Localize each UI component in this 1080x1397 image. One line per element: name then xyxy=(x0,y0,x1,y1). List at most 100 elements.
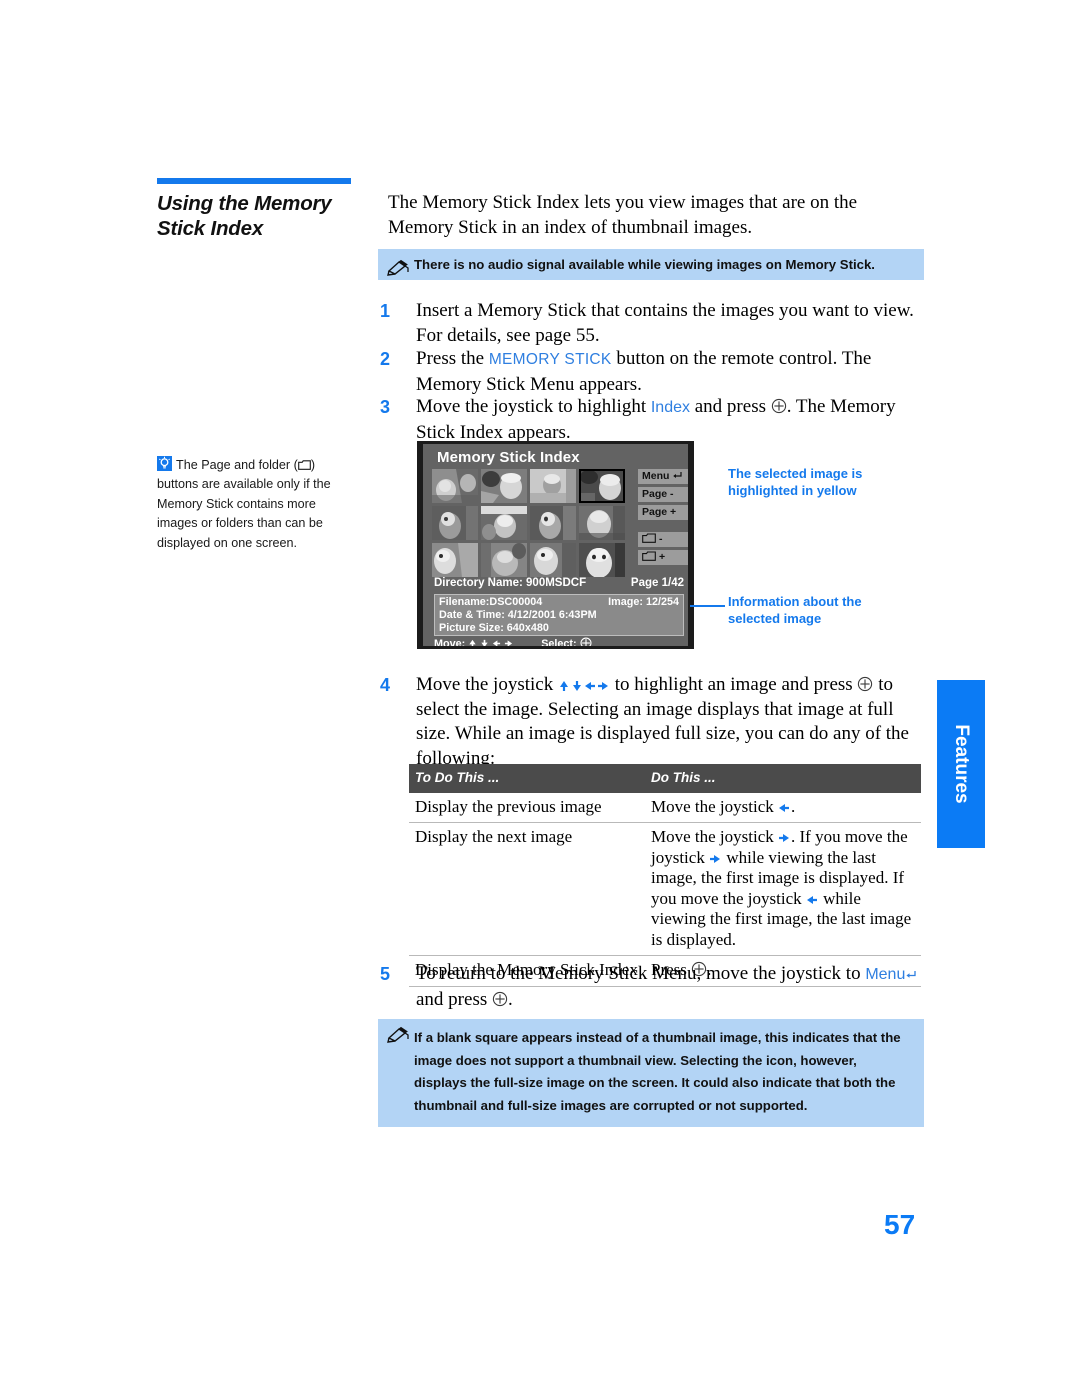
page-indicator: Page 1/42 xyxy=(630,577,684,589)
select-circle-plus-icon xyxy=(857,675,873,692)
step-4-text: Move the joystick to highlight an image … xyxy=(416,673,928,771)
page-title-line1: Using the Memory xyxy=(157,192,332,215)
tv-info-box: Filename:DSC00004 Image: 12/254 Date & T… xyxy=(434,594,684,636)
arrow-up-icon xyxy=(558,675,571,691)
page-title: Using the Memory Stick Index xyxy=(157,191,367,241)
thumbnail-grid xyxy=(432,469,627,577)
thumbnail-item[interactable] xyxy=(579,543,625,577)
tv-button-menu[interactable]: Menu xyxy=(638,469,688,484)
step-4-number: 4 xyxy=(380,675,391,695)
callout-leader-line xyxy=(690,605,725,607)
step-5-number: 5 xyxy=(380,964,391,984)
page-number: 57 xyxy=(884,1209,916,1240)
move-label: Move: xyxy=(434,638,466,649)
step-5-text: To return to the Memory Stick Menu, move… xyxy=(416,962,928,1012)
select-circle-plus-icon xyxy=(771,397,787,414)
step-2: 2 Press the MEMORY STICK button on the r… xyxy=(380,347,928,397)
return-arrow-icon xyxy=(672,469,682,484)
table-row: Display the previous image Move the joys… xyxy=(409,792,921,823)
return-arrow-icon xyxy=(905,962,917,987)
tv-button-page-minus[interactable]: Page - xyxy=(638,487,688,502)
table-row: Display the next image Move the joystick… xyxy=(409,822,921,956)
tv-button-folder-plus[interactable]: + xyxy=(638,550,688,565)
thumbnail-item[interactable] xyxy=(481,469,527,503)
pencil-note-icon xyxy=(387,256,409,276)
step-2-pre: Press the xyxy=(416,348,489,369)
step-1-text: Insert a Memory Stick that contains the … xyxy=(416,300,914,346)
step-3-pre: Move the joystick to highlight xyxy=(416,396,651,417)
tv-button-page-plus[interactable]: Page + xyxy=(638,505,688,520)
section-tab-features: Features xyxy=(937,680,985,848)
tv-button-folder-minus[interactable]: - xyxy=(638,532,688,547)
arrow-left-icon xyxy=(584,675,597,690)
index-menu-label: Index xyxy=(650,399,690,416)
manual-page: Using the Memory Stick Index The Memory … xyxy=(0,0,1080,1397)
thumbnail-item[interactable] xyxy=(579,506,625,540)
arrow-left-icon xyxy=(778,799,791,813)
step-2-number: 2 xyxy=(380,349,391,369)
step-1: 1 Insert a Memory Stick that contains th… xyxy=(380,299,925,348)
table-cell-todo: Display the next image xyxy=(409,822,645,956)
note-box-bottom: If a blank square appears instead of a t… xyxy=(378,1019,924,1127)
tv-move-select-bar: Move: Select: xyxy=(434,637,592,649)
thumbnail-item[interactable] xyxy=(481,543,527,577)
thumbnail-item-selected[interactable] xyxy=(579,469,625,503)
thumbnail-item[interactable] xyxy=(530,469,576,503)
table-cell-do: Move the joystick . xyxy=(645,792,921,823)
row1-do-post: . xyxy=(791,796,796,816)
callout-selected-image: The selected image is highlighted in yel… xyxy=(728,466,863,498)
info-datetime: Date & Time: 4/12/2001 6:43PM xyxy=(439,609,597,622)
thumbnail-item[interactable] xyxy=(530,543,576,577)
arrow-right-icon xyxy=(504,638,513,646)
tv-screen-title: Memory Stick Index xyxy=(437,449,580,466)
thumbnail-item[interactable] xyxy=(432,506,478,540)
step-3-text: Move the joystick to highlight Index and… xyxy=(416,395,928,445)
thumbnail-item[interactable] xyxy=(481,506,527,540)
pencil-note-icon xyxy=(387,1026,409,1043)
note-bottom-text: If a blank square appears instead of a t… xyxy=(414,1030,901,1113)
table-header-do: Do This ... xyxy=(645,764,921,793)
table-header-todo: To Do This ... xyxy=(409,764,645,793)
select-circle-plus-icon xyxy=(580,637,592,646)
step-4-mid: to highlight an image and press xyxy=(609,674,858,695)
memory-stick-button-label: MEMORY STICK xyxy=(488,351,612,368)
arrow-down-icon xyxy=(571,675,584,691)
arrow-right-icon xyxy=(709,850,722,864)
step-3-mid: and press xyxy=(690,396,771,417)
note-box-top: There is no audio signal available while… xyxy=(378,249,924,280)
row2-do-pre: Move the joystick xyxy=(651,827,779,846)
thumbnail-item[interactable] xyxy=(530,506,576,540)
row1-do-pre: Move the joystick xyxy=(651,796,779,816)
memory-stick-index-screen: Memory Stick Index Menu Page - Page + - … xyxy=(417,441,694,649)
note-top-text: There is no audio signal available while… xyxy=(414,257,875,272)
tv-button-panel: Menu Page - Page + - + xyxy=(638,469,688,568)
tv-button-folder-minus-label: - xyxy=(659,533,663,545)
info-picture-size: Picture Size: 640x480 xyxy=(439,622,549,635)
tv-directory-line: Directory Name: 900MSDCF Page 1/42 xyxy=(434,577,684,589)
callout-image-info: Information about the selected image xyxy=(728,594,862,626)
step-2-text: Press the MEMORY STICK button on the rem… xyxy=(416,347,928,397)
select-label: Select: xyxy=(541,638,577,649)
section-tab-label: Features xyxy=(951,724,972,804)
arrow-right-icon xyxy=(597,675,610,690)
sidebar-tip: The Page and folder () buttons are avail… xyxy=(157,456,349,553)
directory-name: Directory Name: 900MSDCF xyxy=(434,577,587,589)
thumbnail-item[interactable] xyxy=(432,543,478,577)
page-title-line2: Stick Index xyxy=(157,217,264,240)
info-filename: Filename:DSC00004 xyxy=(439,596,543,608)
sidebar-tip-part1: The Page and folder ( xyxy=(176,458,298,472)
arrow-right-icon xyxy=(778,829,791,843)
tv-button-folder-plus-label: + xyxy=(659,551,666,563)
select-circle-plus-icon xyxy=(492,990,508,1006)
folder-icon xyxy=(642,551,656,561)
thumbnail-item[interactable] xyxy=(432,469,478,503)
table-cell-do: Move the joystick . If you move the joys… xyxy=(645,822,921,956)
menu-label: Menu xyxy=(865,966,906,983)
step-4: 4 Move the joystick to highlight an imag… xyxy=(380,673,928,771)
lightbulb-icon xyxy=(157,456,172,471)
step-5-pre: To return to the Memory Stick Menu, move… xyxy=(416,963,866,984)
step-1-number: 1 xyxy=(380,301,391,321)
folder-icon xyxy=(297,457,311,470)
step-5-post: . xyxy=(507,988,513,1010)
step-4-pre: Move the joystick xyxy=(416,674,558,695)
